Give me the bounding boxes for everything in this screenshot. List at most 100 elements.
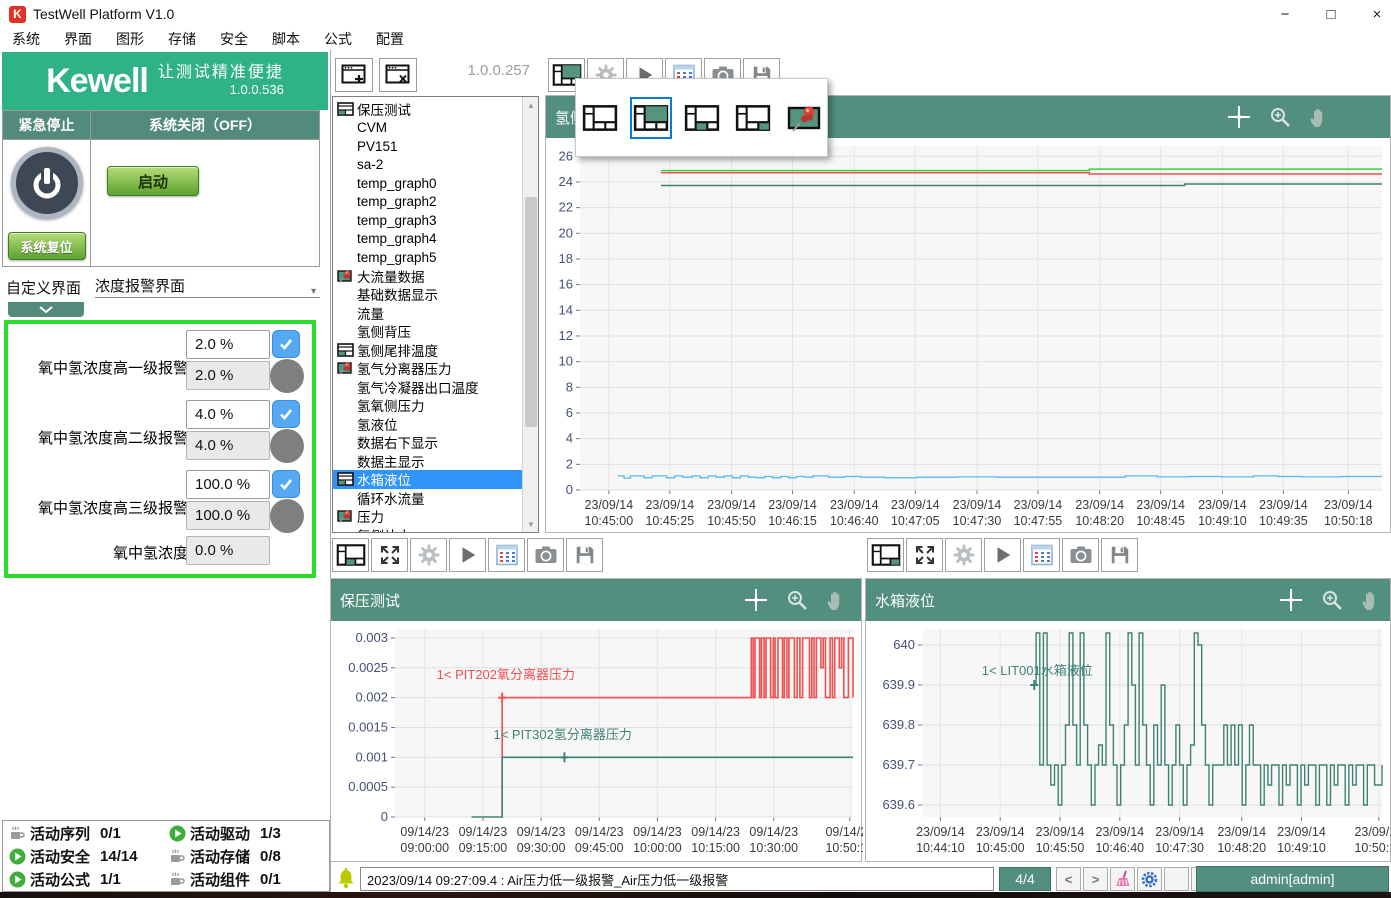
alarm-setpoint-field[interactable]: 4.0 % xyxy=(186,400,270,429)
snapshot-button[interactable] xyxy=(527,538,564,572)
alarm-message-box[interactable]: 2023/09/14 09:27:09.4 : Air压力低一级报警_Air压力… xyxy=(360,867,994,891)
list-item[interactable]: 保压测试 xyxy=(333,100,523,119)
zoom-icon[interactable] xyxy=(1320,588,1344,612)
emergency-stop-button[interactable] xyxy=(11,147,83,219)
collapse-tab[interactable] xyxy=(8,302,84,317)
settings-button[interactable] xyxy=(410,538,447,572)
run-button[interactable] xyxy=(449,538,486,572)
list-item[interactable]: 流量 xyxy=(333,304,523,323)
layout-option-bottom-left[interactable] xyxy=(681,97,723,139)
expand-button[interactable] xyxy=(906,538,943,572)
list-scrollbar[interactable]: ▲ ▼ xyxy=(522,97,538,532)
left-chart-plot[interactable]: 09/14/2309:00:0009/14/2309:15:0009/14/23… xyxy=(331,621,863,863)
pin-icon xyxy=(337,361,354,375)
list-item[interactable]: 基础数据显示 xyxy=(333,285,523,304)
scrollbar-thumb[interactable] xyxy=(525,197,537,427)
alarm-enable-checkbox[interactable] xyxy=(272,330,300,358)
save-button[interactable] xyxy=(1101,538,1138,572)
system-reset-button[interactable]: 系统复位 xyxy=(8,232,86,260)
list-item[interactable]: 压力 xyxy=(333,507,523,526)
menu-graphics[interactable]: 图形 xyxy=(104,29,156,49)
list-item[interactable]: 氢侧尾排温度 xyxy=(333,341,523,360)
menu-storage[interactable]: 存储 xyxy=(156,29,208,49)
layout-button[interactable] xyxy=(867,538,904,572)
layout-option-main-top[interactable] xyxy=(630,97,672,139)
crosshair-icon[interactable] xyxy=(1226,104,1252,130)
menu-formula[interactable]: 公式 xyxy=(312,29,364,49)
user-badge[interactable]: admin[admin] xyxy=(1196,866,1389,892)
sound-button[interactable] xyxy=(1164,867,1189,891)
power-icon xyxy=(27,163,67,203)
list-item[interactable]: temp_graph0 xyxy=(333,174,523,193)
svg-text:10:49:10: 10:49:10 xyxy=(1198,514,1247,528)
close-button[interactable]: × xyxy=(1354,0,1391,28)
list-item[interactable]: 大流量数据 xyxy=(333,267,523,286)
menu-script[interactable]: 脚本 xyxy=(260,29,312,49)
save-button[interactable] xyxy=(566,538,603,572)
list-item[interactable]: 氢侧补水 xyxy=(333,526,523,534)
clear-alarms-button[interactable] xyxy=(1110,867,1135,891)
alarm-setpoint-field[interactable]: 2.0 % xyxy=(186,330,270,359)
settings-button[interactable] xyxy=(945,538,982,572)
pan-hand-icon[interactable] xyxy=(1308,105,1330,129)
next-page-button[interactable]: > xyxy=(1083,867,1108,891)
layout-main-top-icon xyxy=(633,104,669,132)
list-item[interactable]: 水箱液位 xyxy=(333,470,523,489)
alarm-enable-checkbox[interactable] xyxy=(272,470,300,498)
list-item[interactable]: 氢气冷凝器出口温度 xyxy=(333,378,523,397)
main-chart-plot[interactable]: 23/09/1410:45:0023/09/1410:45:2523/09/14… xyxy=(546,138,1391,534)
snapshot-button[interactable] xyxy=(1062,538,1099,572)
crosshair-icon[interactable] xyxy=(743,587,769,613)
start-button[interactable]: 启动 xyxy=(107,166,199,196)
list-item[interactable]: PV151 xyxy=(333,137,523,156)
prev-page-button[interactable]: < xyxy=(1056,867,1081,891)
menu-system[interactable]: 系统 xyxy=(0,29,52,49)
layout-option-plain[interactable] xyxy=(579,97,621,139)
scroll-down-icon[interactable]: ▼ xyxy=(523,516,539,532)
list-item[interactable]: 氢氧侧压力 xyxy=(333,396,523,415)
right-chart-plot[interactable]: 23/09/1410:44:1023/09/1410:45:0023/09/14… xyxy=(866,621,1391,863)
close-window-button[interactable] xyxy=(379,58,417,92)
list-item[interactable]: CVM xyxy=(333,119,523,138)
list-item-label: 保压测试 xyxy=(357,99,411,119)
list-item[interactable]: 氢侧背压 xyxy=(333,322,523,341)
list-item[interactable]: 氢液位 xyxy=(333,415,523,434)
list-item[interactable]: temp_graph2 xyxy=(333,193,523,212)
minimize-button[interactable]: − xyxy=(1262,0,1308,28)
svg-text:10:50:18: 10:50:18 xyxy=(825,841,863,855)
list-item[interactable]: 氢气分离器压力 xyxy=(333,359,523,378)
list-item[interactable]: 数据主显示 xyxy=(333,452,523,471)
data-table-button[interactable] xyxy=(1023,538,1060,572)
list-item[interactable]: temp_graph3 xyxy=(333,211,523,230)
svg-text:10:48:20: 10:48:20 xyxy=(1075,514,1124,528)
alarm-setpoint-field[interactable]: 100.0 % xyxy=(186,470,270,499)
menu-config[interactable]: 配置 xyxy=(364,29,416,49)
list-item[interactable]: 循环水流量 xyxy=(333,489,523,508)
run-button[interactable] xyxy=(984,538,1021,572)
zoom-icon[interactable] xyxy=(1268,105,1292,129)
pan-hand-icon[interactable] xyxy=(825,588,847,612)
data-table-button[interactable] xyxy=(488,538,525,572)
save-disk-icon xyxy=(1109,544,1131,566)
maximize-button[interactable]: □ xyxy=(1308,0,1354,28)
pan-hand-icon[interactable] xyxy=(1360,588,1382,612)
zoom-icon[interactable] xyxy=(785,588,809,612)
panel-version-label: 1.0.0.257 xyxy=(430,62,530,79)
menu-interface[interactable]: 界面 xyxy=(52,29,104,49)
crosshair-icon[interactable] xyxy=(1278,587,1304,613)
scroll-up-icon[interactable]: ▲ xyxy=(523,97,539,113)
layout-button[interactable] xyxy=(332,538,369,572)
new-window-button[interactable] xyxy=(335,58,373,92)
alarm-enable-checkbox[interactable] xyxy=(272,400,300,428)
layout-option-pin[interactable] xyxy=(783,97,825,139)
expand-button[interactable] xyxy=(371,538,408,572)
layout-option-bottom-right[interactable] xyxy=(732,97,774,139)
menu-security[interactable]: 安全 xyxy=(208,29,260,49)
list-item[interactable]: temp_graph5 xyxy=(333,248,523,267)
list-item[interactable]: temp_graph4 xyxy=(333,230,523,249)
custom-ui-select[interactable]: 浓度报警界面 ▼ xyxy=(95,275,320,298)
alarm-settings-button[interactable] xyxy=(1137,867,1162,891)
list-item[interactable]: 数据右下显示 xyxy=(333,433,523,452)
list-item[interactable]: sa-2 xyxy=(333,156,523,175)
window-close-icon xyxy=(385,64,411,86)
